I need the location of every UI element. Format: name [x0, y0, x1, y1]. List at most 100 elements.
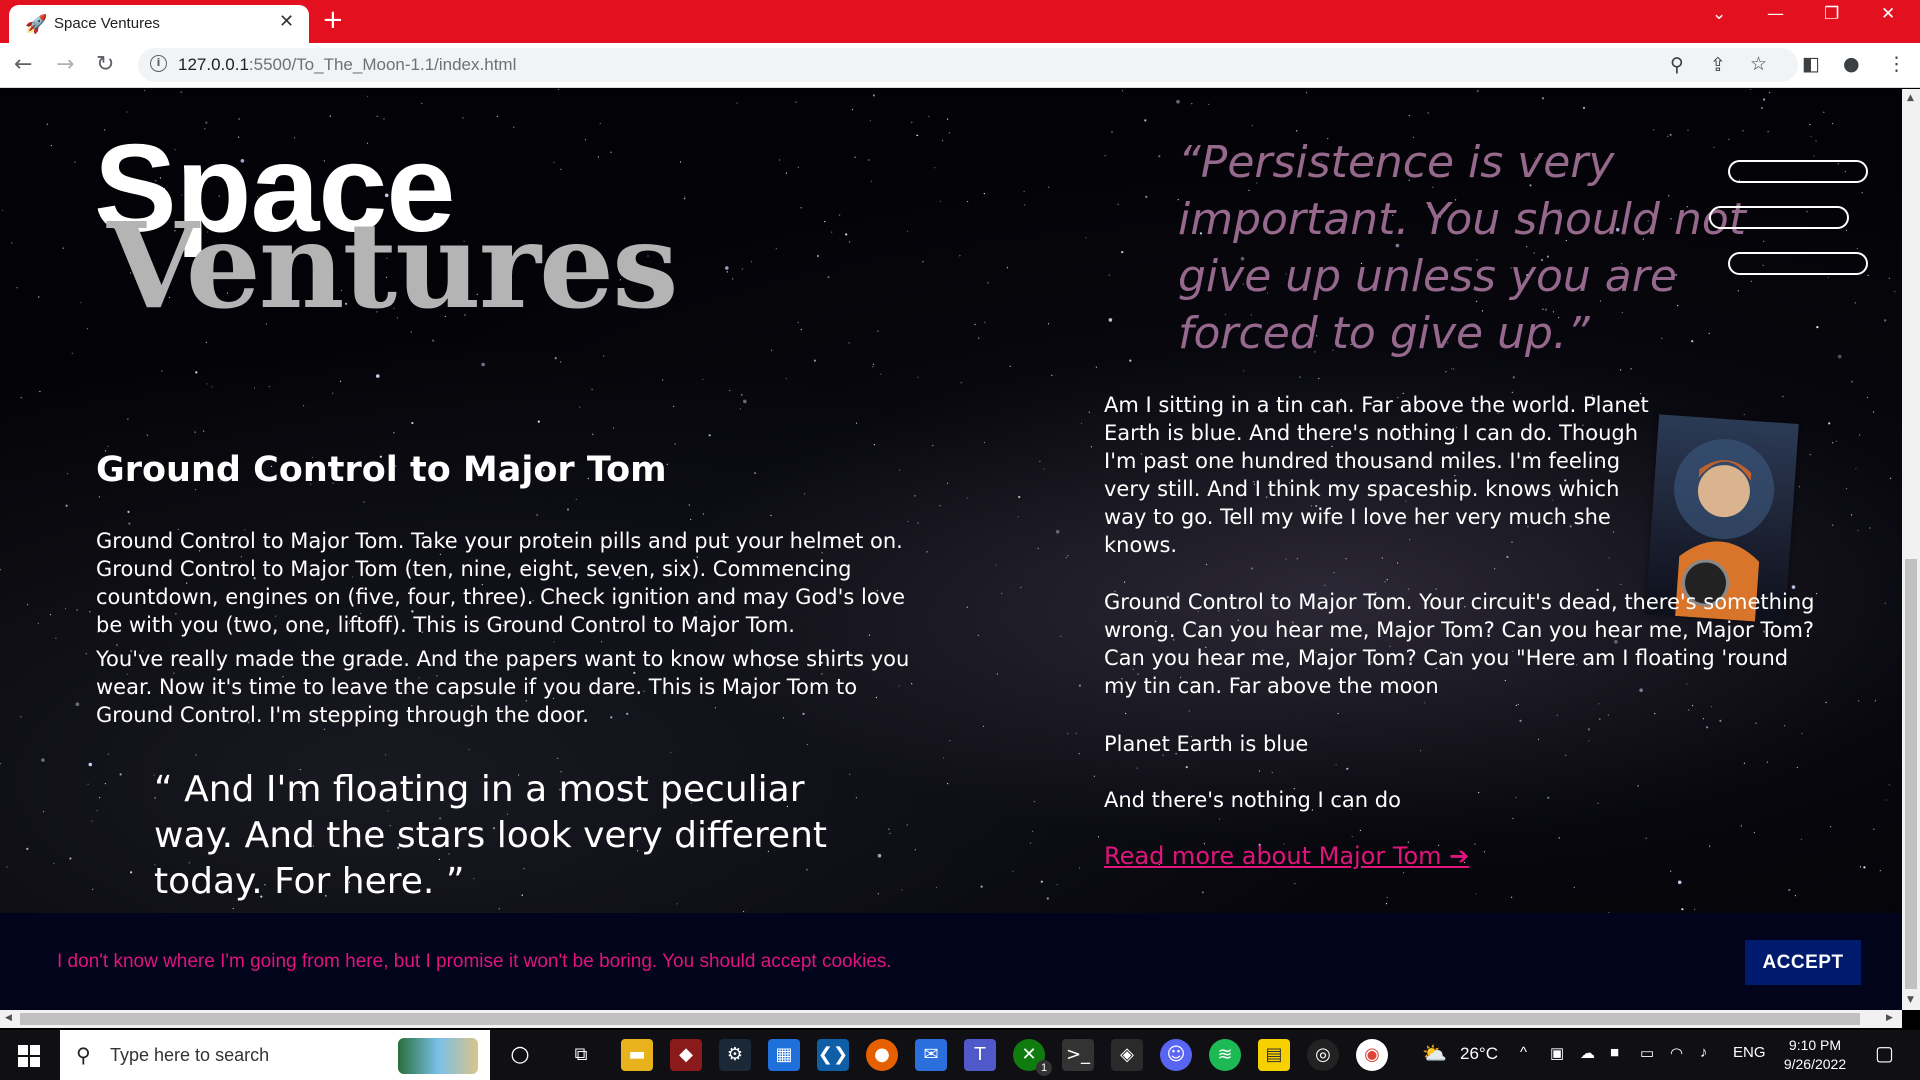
tab-strip: 🚀 Space Ventures ✕ + ⌄ — ❐ ✕ — [0, 0, 1920, 43]
menu-line-bottom[interactable] — [1728, 252, 1868, 275]
star — [1424, 702, 1426, 704]
side-panel-icon[interactable]: ◧ — [1802, 53, 1820, 75]
url-text[interactable]: 127.0.0.1:5500/To_The_Moon-1.1/index.htm… — [178, 55, 516, 75]
star — [1687, 129, 1689, 131]
new-tab-button[interactable]: + — [322, 5, 344, 35]
rocket-icon: 🚀 — [25, 14, 48, 35]
task-view-icon[interactable]: ⧉ — [565, 1039, 597, 1071]
star — [1512, 376, 1515, 379]
reload-icon[interactable]: ↻ — [96, 52, 114, 77]
star — [75, 702, 80, 706]
site-info-icon[interactable]: i — [150, 55, 167, 72]
star — [1176, 99, 1180, 104]
star — [1451, 368, 1453, 370]
address-bar[interactable]: i 127.0.0.1:5500/To_The_Moon-1.1/index.h… — [138, 48, 1798, 82]
chrome-icon[interactable]: ◉ — [1356, 1039, 1388, 1071]
temperature-text[interactable]: 26°C — [1460, 1044, 1498, 1064]
teams-icon[interactable]: T — [964, 1039, 996, 1071]
star — [1835, 440, 1837, 442]
read-more-link[interactable]: Read more about Major Tom ➔ — [1104, 842, 1469, 870]
tray-chevron-icon[interactable]: ^ — [1520, 1044, 1527, 1061]
ms-store-icon[interactable]: ▦ — [768, 1039, 800, 1071]
menu-line-middle[interactable] — [1709, 206, 1849, 229]
weather-icon[interactable]: ⛅ — [1422, 1041, 1447, 1066]
star — [684, 198, 686, 200]
game-app-icon[interactable]: ◆ — [670, 1039, 702, 1071]
forward-arrow-icon[interactable]: → — [56, 52, 74, 77]
terminal-icon[interactable]: >_ — [1062, 1039, 1094, 1071]
scroll-up-icon[interactable]: ▲ — [1907, 93, 1914, 103]
cortana-icon[interactable]: ○ — [504, 1039, 536, 1071]
star — [1885, 799, 1887, 801]
vscode-icon[interactable]: ❮❯ — [817, 1039, 849, 1071]
browser-tab[interactable]: 🚀 Space Ventures ✕ — [9, 5, 309, 43]
star — [1825, 701, 1827, 704]
scroll-down-icon[interactable]: ▼ — [1907, 995, 1914, 1005]
star — [813, 359, 817, 362]
windows-start-icon[interactable] — [18, 1045, 40, 1067]
star — [877, 893, 879, 895]
star — [1060, 635, 1062, 638]
kebab-menu-icon[interactable]: ⋮ — [1887, 53, 1906, 75]
star — [1719, 719, 1722, 723]
language-indicator[interactable]: ENG — [1733, 1044, 1766, 1061]
vertical-scroll-thumb[interactable] — [1905, 559, 1917, 989]
wifi-icon[interactable]: ◠ — [1670, 1044, 1683, 1062]
star — [1810, 135, 1812, 138]
onedrive-icon[interactable]: ☁ — [1580, 1044, 1595, 1062]
firefox-icon[interactable]: ● — [866, 1039, 898, 1071]
star — [690, 518, 692, 520]
star — [6, 866, 8, 868]
meet-now-icon[interactable]: ▣ — [1550, 1044, 1564, 1062]
file-explorer-icon[interactable]: ▬ — [621, 1039, 653, 1071]
steam-icon[interactable]: ⚙ — [719, 1039, 751, 1071]
taskbar-search[interactable]: ⚲ Type here to search — [60, 1030, 490, 1080]
sticky-notes-icon[interactable]: ▤ — [1258, 1039, 1290, 1071]
menu-line-top[interactable] — [1728, 160, 1868, 183]
star — [1121, 90, 1124, 92]
obs-icon[interactable]: ◎ — [1307, 1039, 1339, 1071]
back-arrow-icon[interactable]: ← — [14, 52, 32, 77]
vertical-scrollbar[interactable]: ▲ ▼ — [1902, 89, 1920, 1010]
tab-search-chevron-icon[interactable]: ⌄ — [1712, 4, 1726, 24]
minimize-icon[interactable]: — — [1767, 4, 1784, 24]
discord-icon[interactable]: ☺ — [1160, 1039, 1192, 1071]
profile-icon[interactable]: ● — [1843, 53, 1860, 75]
star — [1832, 524, 1834, 526]
horizontal-scroll-thumb[interactable] — [20, 1013, 1860, 1025]
star — [1051, 374, 1053, 376]
volume-icon[interactable]: ♪ — [1700, 1044, 1708, 1061]
star — [11, 242, 13, 244]
spotify-icon[interactable]: ≋ — [1209, 1039, 1241, 1071]
clock[interactable]: 9:10 PM 9/26/2022 — [1770, 1036, 1860, 1074]
star — [1809, 454, 1811, 456]
mail-icon[interactable]: ✉ — [915, 1039, 947, 1071]
accept-cookies-button[interactable]: ACCEPT — [1745, 940, 1861, 985]
star — [1815, 140, 1817, 142]
battery-icon[interactable]: ▭ — [1640, 1044, 1654, 1062]
scroll-left-icon[interactable]: ◀ — [5, 1013, 12, 1023]
cookie-message: I don't know where I'm going from here, … — [57, 951, 892, 972]
url-host: 127.0.0.1 — [178, 55, 249, 74]
star — [1888, 784, 1890, 786]
star — [16, 287, 18, 289]
star — [1832, 123, 1834, 125]
star — [899, 469, 901, 471]
star — [855, 422, 858, 424]
restore-icon[interactable]: ❐ — [1824, 4, 1839, 24]
game-tray-icon[interactable]: ■ — [1610, 1044, 1619, 1061]
horizontal-scrollbar[interactable]: ◀ ▶ — [0, 1010, 1902, 1028]
star — [702, 513, 705, 515]
zoom-magnifier-icon[interactable]: ⚲ — [1670, 54, 1684, 76]
share-icon[interactable]: ⇪ — [1710, 54, 1726, 76]
star — [743, 399, 747, 404]
star — [935, 886, 938, 889]
bookmark-star-icon[interactable]: ☆ — [1750, 53, 1767, 75]
star — [670, 751, 672, 754]
close-window-icon[interactable]: ✕ — [1881, 4, 1895, 24]
git-icon[interactable]: ◈ — [1111, 1039, 1143, 1071]
star — [831, 231, 833, 233]
close-tab-icon[interactable]: ✕ — [279, 11, 294, 32]
notifications-icon[interactable]: ▢ — [1875, 1041, 1894, 1066]
scroll-right-icon[interactable]: ▶ — [1886, 1013, 1893, 1023]
